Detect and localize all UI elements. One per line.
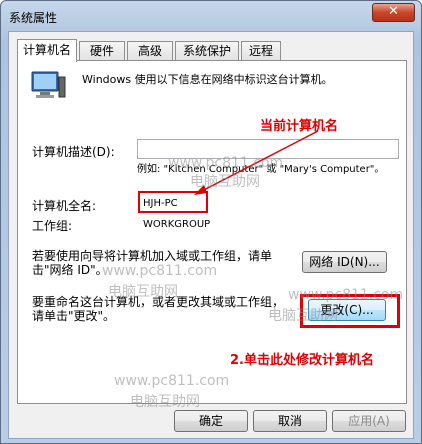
tab-remote[interactable]: 远程: [241, 41, 281, 61]
watermark-url: www.pc811.com: [114, 373, 230, 389]
close-button[interactable]: ✕: [372, 3, 415, 22]
watermark-site: 电脑互助网: [108, 284, 178, 300]
watermark-url: www.pc811.com: [168, 155, 284, 171]
full-name-value: HJH-PC: [143, 198, 178, 209]
network-id-button[interactable]: 网络 ID(N)...: [302, 251, 387, 273]
window-title: 系统属性: [9, 11, 58, 25]
tab-system-protection[interactable]: 系统保护: [175, 41, 239, 61]
current-name-annotation: 当前计算机名: [260, 119, 339, 134]
close-icon: ✕: [388, 4, 399, 19]
watermark-site: 电脑互助网: [130, 394, 200, 410]
computer-name-panel: Windows 使用以下信息在网络中标识这台计算机。 计算机描述(D): 例如:…: [17, 60, 407, 410]
apply-button[interactable]: 应用(A): [332, 410, 406, 432]
workgroup-label: 工作组:: [32, 219, 73, 233]
watermark-site: 电脑互助网: [190, 174, 260, 190]
click-here-annotation: 2.单击此处修改计算机名: [230, 353, 374, 368]
ok-button[interactable]: 确定: [174, 410, 248, 432]
watermark-site: 电脑互助网: [268, 308, 338, 324]
workgroup-value: WORKGROUP: [143, 219, 211, 230]
watermark-url: www.pc811.com: [288, 287, 404, 303]
computer-icon: [31, 71, 66, 98]
tab-hardware[interactable]: 硬件: [79, 41, 125, 61]
full-name-label: 计算机全名:: [32, 199, 97, 213]
title-bar[interactable]: 系统属性 ✕: [1, 1, 421, 31]
description-label: 计算机描述(D):: [32, 145, 115, 159]
watermark-url: www.pc811.com: [102, 263, 218, 279]
system-properties-window: 系统属性 ✕ 计算机名 硬件 高级 系统保护 远程 Windows 使用以下信息…: [0, 0, 422, 444]
intro-text: Windows 使用以下信息在网络中标识这台计算机。: [82, 73, 333, 86]
tab-computer-name[interactable]: 计算机名: [17, 39, 77, 62]
tab-advanced[interactable]: 高级: [127, 41, 173, 61]
cancel-button[interactable]: 取消: [253, 410, 327, 432]
dialog-content: 计算机名 硬件 高级 系统保护 远程 Windows 使用以下信息在网络中标识这…: [8, 31, 414, 439]
